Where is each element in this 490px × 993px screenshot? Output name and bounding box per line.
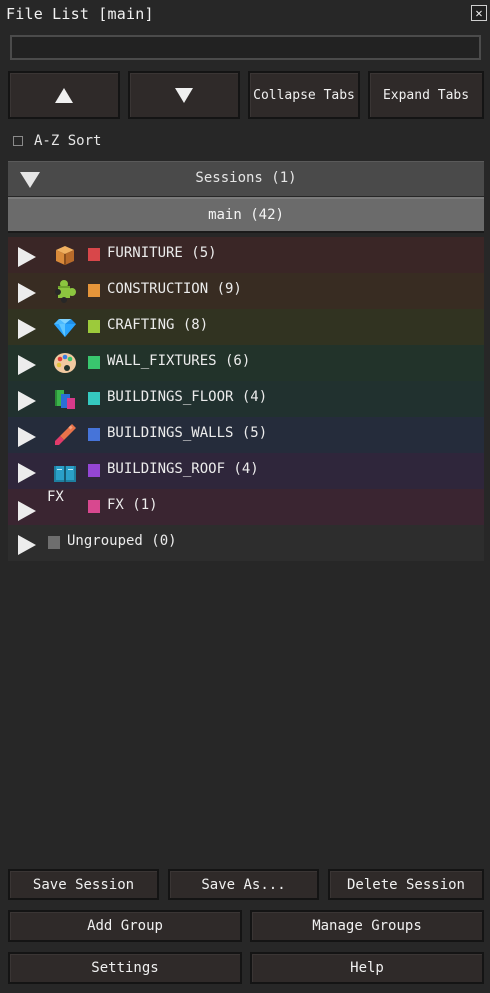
group-label: FURNITURE (5) <box>107 245 217 261</box>
group-color-swatch <box>88 356 100 369</box>
expand-triangle-icon[interactable] <box>18 535 36 555</box>
group-label: BUILDINGS_FLOOR (4) <box>107 389 268 405</box>
az-sort-toggle[interactable]: A-Z Sort <box>13 131 101 151</box>
az-sort-label: A-Z Sort <box>34 133 102 149</box>
close-icon[interactable]: ✕ <box>471 5 487 21</box>
box-icon <box>56 246 74 265</box>
group-color-swatch <box>88 284 100 297</box>
expand-triangle-icon[interactable] <box>18 391 36 411</box>
search-input[interactable] <box>10 35 481 60</box>
expand-tabs-button[interactable]: Expand Tabs <box>368 71 484 119</box>
arrow-up-icon <box>55 87 73 103</box>
group-row-buildings-floor[interactable]: BUILDINGS_FLOOR (4) <box>8 381 484 417</box>
arrow-down-icon <box>175 87 193 103</box>
expand-triangle-icon[interactable] <box>18 501 36 521</box>
help-button[interactable]: Help <box>250 952 484 984</box>
brush-icon <box>55 424 76 445</box>
group-color-swatch <box>48 536 60 549</box>
add-group-button[interactable]: Add Group <box>8 910 242 942</box>
group-label: BUILDINGS_WALLS (5) <box>107 425 268 441</box>
group-row-furniture[interactable]: FURNITURE (5) <box>8 237 484 273</box>
gem-icon <box>54 319 76 337</box>
move-down-button[interactable] <box>128 71 240 119</box>
expand-triangle-icon[interactable] <box>18 463 36 483</box>
group-row-wall-fixtures[interactable]: WALL_FIXTURES (6) <box>8 345 484 381</box>
expand-triangle-icon[interactable] <box>18 319 36 339</box>
sessions-label: Sessions (1) <box>195 170 297 186</box>
expand-triangle-icon[interactable] <box>18 283 36 303</box>
save-session-button[interactable]: Save Session <box>8 869 159 900</box>
collapse-tabs-button[interactable]: Collapse Tabs <box>248 71 360 119</box>
books-icon <box>55 390 75 409</box>
expand-triangle-icon[interactable] <box>18 427 36 447</box>
settings-button[interactable]: Settings <box>8 952 242 984</box>
save-as-button[interactable]: Save As... <box>168 869 319 900</box>
group-color-swatch <box>88 464 100 477</box>
group-label: CRAFTING (8) <box>107 317 209 333</box>
book-icon <box>54 466 76 482</box>
fx-icon: FX <box>47 489 64 505</box>
group-row-crafting[interactable]: CRAFTING (8) <box>8 309 484 345</box>
palette-icon <box>54 353 76 373</box>
az-sort-checkbox[interactable] <box>13 136 23 146</box>
session-label: main (42) <box>208 207 284 223</box>
expand-triangle-icon[interactable] <box>18 355 36 375</box>
group-row-fx[interactable]: FX FX (1) <box>8 489 484 525</box>
group-color-swatch <box>88 320 100 333</box>
group-row-ungrouped[interactable]: Ungrouped (0) <box>8 525 484 561</box>
group-color-swatch <box>88 248 100 261</box>
delete-session-button[interactable]: Delete Session <box>328 869 484 900</box>
sessions-header[interactable]: Sessions (1) <box>8 161 484 196</box>
session-item-main[interactable]: main (42) <box>8 197 484 233</box>
title-bar: File List [main] ✕ <box>0 0 490 30</box>
puzzle-icon <box>55 280 76 303</box>
group-row-construction[interactable]: CONSTRUCTION (9) <box>8 273 484 309</box>
group-color-swatch <box>88 392 100 405</box>
group-label: FX (1) <box>107 497 158 513</box>
group-label: Ungrouped (0) <box>67 533 177 549</box>
group-color-swatch <box>88 500 100 513</box>
group-row-buildings-roof[interactable]: BUILDINGS_ROOF (4) <box>8 453 484 489</box>
group-color-swatch <box>88 428 100 441</box>
group-label: WALL_FIXTURES (6) <box>107 353 251 369</box>
window-title: File List [main] <box>6 5 154 23</box>
move-up-button[interactable] <box>8 71 120 119</box>
group-label: BUILDINGS_ROOF (4) <box>107 461 259 477</box>
group-row-buildings-walls[interactable]: BUILDINGS_WALLS (5) <box>8 417 484 453</box>
manage-groups-button[interactable]: Manage Groups <box>250 910 484 942</box>
group-label: CONSTRUCTION (9) <box>107 281 242 297</box>
expand-triangle-icon[interactable] <box>18 247 36 267</box>
